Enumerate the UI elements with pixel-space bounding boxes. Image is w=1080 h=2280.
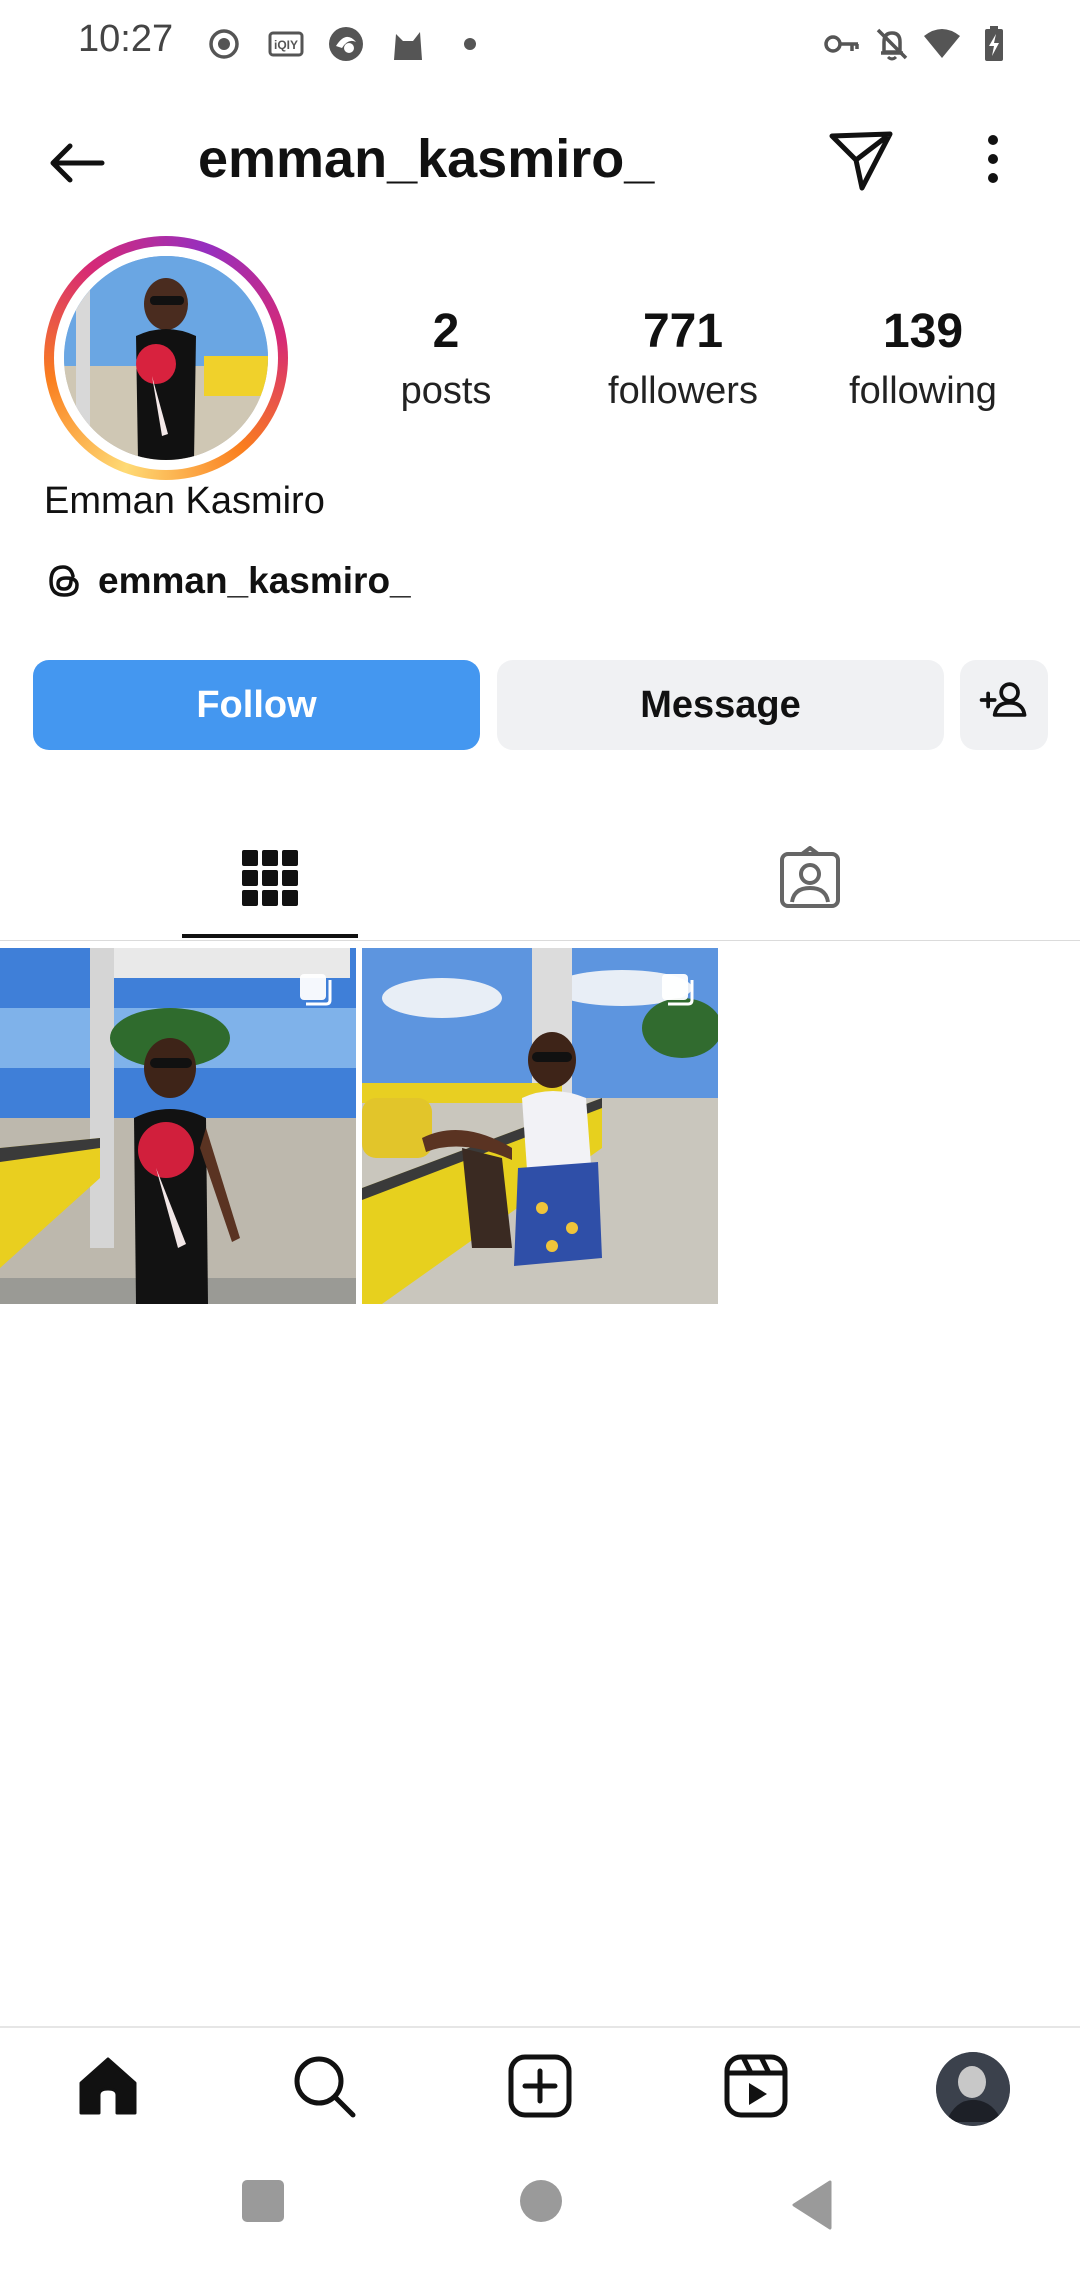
threads-handle: emman_kasmiro_ xyxy=(98,560,411,601)
back-button[interactable] xyxy=(790,2180,836,2230)
wifi-icon xyxy=(922,24,962,64)
tagged-person-icon xyxy=(778,845,842,915)
post-thumbnail[interactable] xyxy=(0,948,356,1304)
send-icon[interactable] xyxy=(826,124,896,194)
browser-icon xyxy=(326,24,366,64)
back-arrow-icon[interactable] xyxy=(42,128,112,198)
bell-off-icon xyxy=(872,24,912,64)
iqiyi-icon: iQIY xyxy=(266,24,306,64)
add-person-icon xyxy=(976,672,1032,738)
followers-label[interactable]: followers xyxy=(563,370,803,413)
nav-search[interactable] xyxy=(284,2048,364,2128)
follow-button[interactable]: Follow xyxy=(33,660,480,750)
search-icon xyxy=(289,2051,359,2126)
home-icon xyxy=(73,2051,143,2126)
svg-text:iQIY: iQIY xyxy=(274,38,298,52)
key-icon xyxy=(822,24,862,64)
battery-charging-icon xyxy=(974,24,1014,64)
followers-count[interactable]: 771 xyxy=(563,304,803,359)
grid-icon xyxy=(240,848,300,913)
dot-icon xyxy=(450,24,490,64)
status-time: 10:27 xyxy=(78,18,174,60)
posts-label: posts xyxy=(400,370,492,412)
home-button[interactable] xyxy=(520,2180,562,2222)
record-icon xyxy=(204,24,244,64)
tab-tagged[interactable] xyxy=(722,820,898,940)
tabs-divider xyxy=(0,940,1080,941)
multiple-photos-icon xyxy=(296,970,336,1010)
bottom-nav-divider xyxy=(0,2026,1080,2028)
following-label[interactable]: following xyxy=(803,370,1043,413)
page-title: emman_kasmiro_ xyxy=(198,129,655,189)
posts-count: 2 xyxy=(432,305,460,358)
post-thumbnail[interactable] xyxy=(362,948,718,1304)
nav-create[interactable] xyxy=(500,2048,580,2128)
create-icon xyxy=(505,2051,575,2126)
tab-grid[interactable] xyxy=(182,820,358,940)
tab-selected-indicator xyxy=(182,934,358,938)
nav-home[interactable] xyxy=(68,2048,148,2128)
message-button[interactable]: Message xyxy=(497,660,944,750)
full-name: Emman Kasmiro xyxy=(44,480,325,522)
avatar[interactable] xyxy=(64,256,268,460)
following-count[interactable]: 139 xyxy=(803,304,1043,359)
threads-link[interactable]: emman_kasmiro_ xyxy=(44,556,411,606)
nav-reels[interactable] xyxy=(716,2048,796,2128)
more-vertical-icon[interactable] xyxy=(958,124,1028,194)
reels-icon xyxy=(721,2051,791,2126)
suggest-users-button[interactable] xyxy=(960,660,1048,750)
nav-profile-avatar[interactable] xyxy=(936,2052,1010,2126)
cat-icon xyxy=(388,24,428,64)
multiple-photos-icon xyxy=(658,970,698,1010)
recents-button[interactable] xyxy=(242,2180,284,2222)
threads-icon xyxy=(44,561,84,601)
